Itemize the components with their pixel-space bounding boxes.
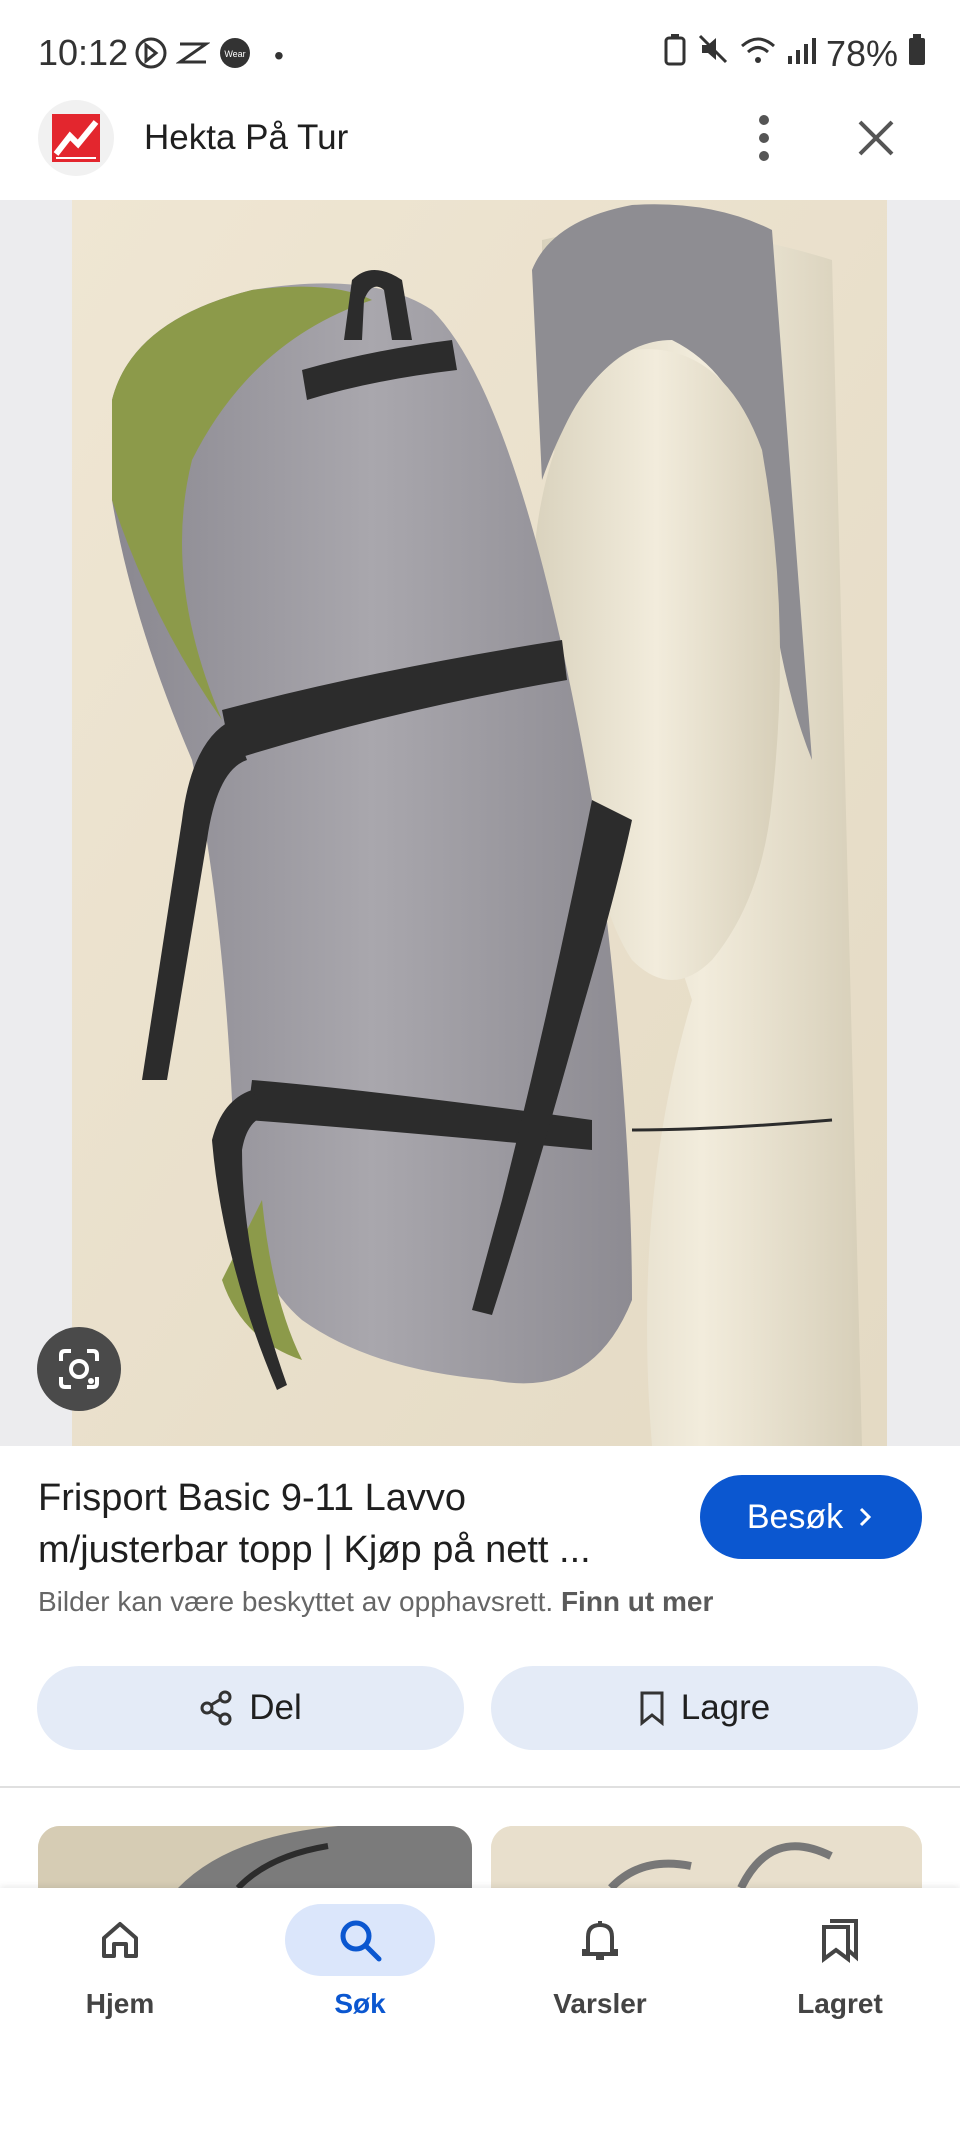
battery-icon: [908, 33, 926, 75]
sync-icon: [175, 36, 211, 75]
mute-icon: [696, 32, 730, 75]
save-label: Lagre: [680, 1688, 771, 1727]
save-button[interactable]: Lagre: [491, 1666, 918, 1750]
nav-saved-label: Lagret: [797, 1988, 883, 2019]
product-image: [72, 200, 887, 1446]
chevron-right-icon: [860, 1507, 872, 1527]
saved-collections-icon: [822, 1919, 858, 1963]
search-icon: [340, 1920, 382, 1962]
lens-button[interactable]: [37, 1327, 121, 1411]
close-button[interactable]: [852, 114, 900, 162]
nav-home[interactable]: Hjem: [20, 1888, 220, 2048]
share-label: Del: [249, 1688, 302, 1727]
timer-icon: [134, 36, 168, 75]
wifi-icon: [740, 33, 776, 75]
system-status: 78%: [664, 32, 926, 75]
home-icon: [102, 1922, 138, 1958]
bell-icon: [582, 1921, 618, 1960]
visit-button[interactable]: Besøk: [700, 1475, 922, 1559]
share-icon: [200, 1690, 232, 1726]
bottom-navigation: Hjem Søk Varsler Lagret: [0, 1888, 960, 2133]
nav-saved[interactable]: Lagret: [740, 1888, 940, 2048]
nav-alerts[interactable]: Varsler: [500, 1888, 700, 2048]
wear-icon: Wear: [218, 36, 252, 75]
related-image-1[interactable]: [38, 1826, 472, 1888]
more-vert-icon: [759, 115, 769, 161]
site-favicon[interactable]: [38, 100, 114, 176]
visit-label: Besøk: [746, 1497, 844, 1536]
status-bar: 10:12 Wear • 78%: [0, 0, 960, 100]
close-icon: [858, 120, 894, 156]
lens-icon: [59, 1349, 99, 1389]
result-title[interactable]: Frisport Basic 9-11 Lavvo m/justerbar to…: [38, 1472, 678, 1576]
site-title[interactable]: Hekta På Tur: [144, 118, 348, 158]
battery-saver-icon: [664, 33, 686, 75]
copyright-text: Bilder kan være beskyttet av opphavsrett…: [38, 1586, 554, 1617]
image-viewer[interactable]: [0, 200, 960, 1446]
divider: [0, 1786, 960, 1788]
clock: 10:12: [38, 32, 129, 73]
battery-level: 78%: [825, 32, 898, 74]
copyright-notice: Bilder kan være beskyttet av opphavsrett…: [38, 1586, 713, 1618]
more-options-button[interactable]: [744, 112, 784, 164]
related-image-2[interactable]: [491, 1826, 922, 1888]
bookmark-icon: [640, 1691, 664, 1726]
nav-search-label: Søk: [334, 1988, 386, 2019]
signal-icon: [786, 33, 816, 75]
share-button[interactable]: Del: [37, 1666, 464, 1750]
status-dot: •: [274, 39, 284, 71]
notification-icons: Wear •: [134, 36, 284, 75]
learn-more-link[interactable]: Finn ut mer: [561, 1586, 713, 1617]
nav-search[interactable]: Søk: [260, 1888, 460, 2048]
nav-home-label: Hjem: [85, 1988, 155, 2019]
nav-alerts-label: Varsler: [553, 1988, 647, 2019]
result-title-line-2: m/justerbar topp | Kjøp på nett ...: [38, 1529, 591, 1571]
result-title-line-1: Frisport Basic 9-11 Lavvo: [38, 1477, 467, 1519]
svg-text:Wear: Wear: [224, 49, 245, 59]
